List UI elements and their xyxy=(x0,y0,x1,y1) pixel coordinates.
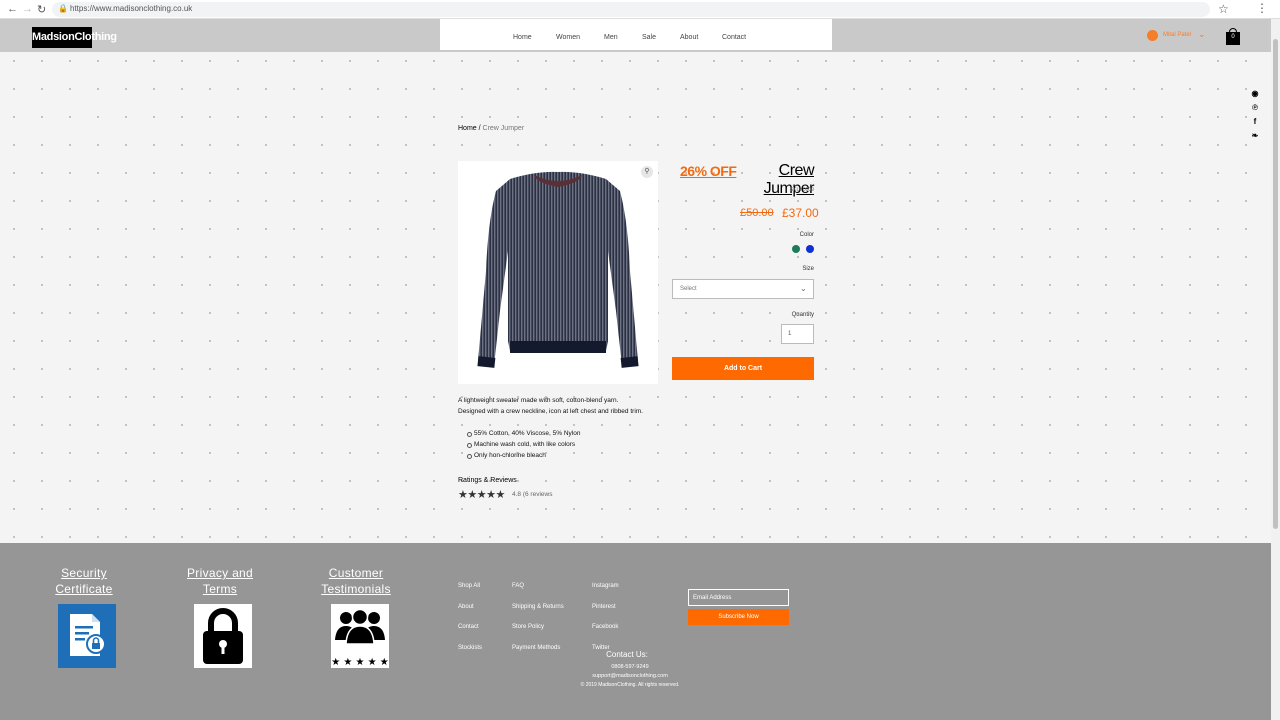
sale-price: £37.00 xyxy=(782,206,819,220)
footer-link-shipping[interactable]: Shipping & Returns xyxy=(512,604,564,610)
star-icon: ★ xyxy=(458,489,468,501)
original-price: £50.00 xyxy=(740,207,774,219)
list-item: 55% Cotton, 40% Viscose, 5% Nylon xyxy=(466,430,581,437)
footer-link-contact[interactable]: Contact xyxy=(458,624,479,630)
contact-email[interactable]: support@madisonclothing.com xyxy=(540,673,720,679)
reload-icon[interactable]: ↻ xyxy=(37,3,46,16)
rating-summary[interactable]: 4.8 (6 reviews xyxy=(512,491,552,498)
facebook-icon[interactable]: f xyxy=(1250,117,1260,131)
avatar xyxy=(1147,30,1158,41)
quantity-value: 1 xyxy=(788,331,792,337)
description-line: A lightweight sweater made with soft, co… xyxy=(458,397,619,404)
nav-women[interactable]: Women xyxy=(556,34,580,41)
footer-link-faq[interactable]: FAQ xyxy=(512,583,524,589)
reviews-title: Ratings & Reviews xyxy=(458,477,517,484)
zoom-icon[interactable]: ⚲ xyxy=(641,166,653,178)
footer-link-payment[interactable]: Payment Methods xyxy=(512,645,560,651)
star-rating[interactable]: ★★★★★ xyxy=(458,488,505,501)
footer-link-pinterest[interactable]: Pinterest xyxy=(592,604,616,610)
email-field[interactable]: Email Address xyxy=(688,589,789,606)
pinterest-icon[interactable]: ℗ xyxy=(1250,103,1260,117)
user-name: Mital Patel xyxy=(1163,32,1192,38)
product-sku: SKU: 0009 xyxy=(789,187,814,193)
certificate-icon[interactable] xyxy=(58,604,116,668)
cart-button[interactable]: 0 xyxy=(1226,28,1240,45)
main-nav: Home Women Men Sale About Contact xyxy=(440,19,832,50)
badge-heading: Privacy and xyxy=(187,566,253,580)
list-item: Only non-chlorine bleach xyxy=(466,450,580,461)
footer-link-about[interactable]: About xyxy=(458,604,474,610)
site-logo[interactable]: MadsionClothing xyxy=(32,27,117,48)
nav-contact[interactable]: Contact xyxy=(722,34,746,41)
forward-icon[interactable]: → xyxy=(22,3,33,15)
description-line: Designed with a crew neckline, icon at l… xyxy=(458,408,643,415)
scrollbar[interactable] xyxy=(1271,19,1280,720)
chevron-down-icon: ⌄ xyxy=(1198,29,1206,39)
instagram-icon[interactable]: ◉ xyxy=(1250,89,1260,103)
footer-link-instagram[interactable]: Instagram xyxy=(592,583,619,589)
svg-text:★ ★ ★ ★ ★: ★ ★ ★ ★ ★ xyxy=(331,657,389,668)
badge-heading: Security xyxy=(61,566,107,580)
add-to-cart-button[interactable]: Add to Cart xyxy=(672,357,814,380)
color-swatch-green[interactable] xyxy=(792,245,800,253)
contact-phone: 0808-597-9249 xyxy=(611,664,649,670)
breadcrumb: Home / Crew Jumper xyxy=(458,125,524,132)
back-icon[interactable]: ← xyxy=(7,3,18,15)
testimonials-icon[interactable]: ★ ★ ★ ★ ★ xyxy=(331,604,389,668)
browser-toolbar: ← → ↻ 🔒 https://www.madisonclothing.co.u… xyxy=(0,0,1280,19)
url-text: https://www.madisonclothing.co.uk xyxy=(70,4,193,13)
privacy-terms-link[interactable]: Privacy and Terms xyxy=(170,565,270,597)
cart-count: 0 xyxy=(1231,34,1235,40)
sweater-image xyxy=(477,171,639,368)
quantity-label: Quantity xyxy=(791,312,814,318)
star-icon: ★ xyxy=(476,489,487,501)
page: MadsionClothing Home Women Men Sale Abou… xyxy=(0,19,1271,720)
security-certificate-link[interactable]: Security Certificate xyxy=(34,565,134,597)
size-select[interactable]: Select ⌄ xyxy=(672,279,814,299)
size-select-placeholder: Select xyxy=(680,286,697,292)
breadcrumb-home[interactable]: Home xyxy=(458,125,477,132)
nav-about[interactable]: About xyxy=(680,34,698,41)
badge-heading: Testimonials xyxy=(321,582,391,596)
twitter-icon[interactable]: ❧ xyxy=(1250,131,1260,145)
nav-men[interactable]: Men xyxy=(604,34,618,41)
star-icon: ★ xyxy=(486,489,496,501)
badge-heading: Certificate xyxy=(55,582,113,596)
nav-sale[interactable]: Sale xyxy=(642,34,656,41)
email-placeholder: Email Address xyxy=(693,595,732,601)
list-item: Machine wash cold, with like colors xyxy=(466,439,580,450)
customer-testimonials-link[interactable]: Customer Testimonials xyxy=(306,565,406,597)
contact-heading: Contact Us: xyxy=(606,650,648,659)
quantity-stepper[interactable]: 1 xyxy=(781,324,814,344)
star-icon: ★ xyxy=(467,489,477,501)
chevron-down-icon: ⌄ xyxy=(800,284,807,293)
color-swatch-blue[interactable] xyxy=(806,245,814,253)
site-footer: Security Certificate Privacy and Terms C… xyxy=(0,543,1271,720)
bookmark-star-icon[interactable]: ☆ xyxy=(1218,2,1229,16)
size-label: Size xyxy=(802,266,814,272)
footer-link-stockists[interactable]: Stockists xyxy=(458,645,482,651)
address-bar[interactable]: 🔒 https://www.madisonclothing.co.uk xyxy=(52,2,1210,17)
browser-menu-icon[interactable]: ⋮ xyxy=(1256,1,1268,15)
scrollbar-thumb[interactable] xyxy=(1273,39,1278,529)
discount-badge: 26% OFF xyxy=(680,163,737,179)
lock-icon[interactable] xyxy=(194,604,252,668)
color-label: Color xyxy=(799,232,814,238)
product-image[interactable] xyxy=(458,161,658,384)
breadcrumb-current: Crew Jumper xyxy=(482,125,525,132)
footer-link-store-policy[interactable]: Store Policy xyxy=(512,624,544,630)
product-description: A lightweight sweater made with soft, co… xyxy=(458,395,668,417)
copyright: © 2019 MadisonClothing. All rights reser… xyxy=(580,682,680,688)
subscribe-button[interactable]: Subscribe Now xyxy=(688,609,789,625)
nav-home[interactable]: Home xyxy=(513,34,532,41)
product-features: 55% Cotton, 40% Viscose, 5% Nylon Machin… xyxy=(466,428,581,461)
footer-link-facebook[interactable]: Facebook xyxy=(592,624,618,630)
badge-heading: Customer xyxy=(328,566,384,580)
footer-link-shop-all[interactable]: Shop All xyxy=(458,583,480,589)
star-icon: ★ xyxy=(495,489,506,501)
site-header: MadsionClothing Home Women Men Sale Abou… xyxy=(0,19,1271,52)
lock-icon: 🔒 xyxy=(58,4,68,13)
badge-heading: Terms xyxy=(202,582,238,596)
social-bar: ◉ ℗ f ❧ xyxy=(1250,89,1260,145)
